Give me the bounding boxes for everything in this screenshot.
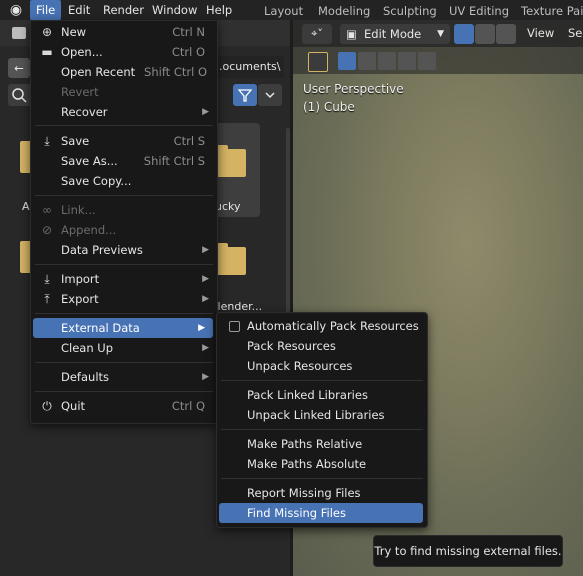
workspace-tab-layout[interactable]: Layout: [264, 0, 303, 20]
menu-render[interactable]: Render: [97, 0, 150, 20]
menu-item-paths-absolute[interactable]: Make Paths Absolute: [217, 454, 427, 474]
folder-icon: ▬: [41, 45, 53, 59]
menu-item-save-copy[interactable]: Save Copy...: [31, 171, 217, 191]
menu-item-defaults[interactable]: Defaults ▶: [31, 367, 217, 387]
new-file-icon: ⊕: [41, 25, 53, 39]
submenu-arrow-icon: ▶: [202, 343, 209, 353]
menu-item-pack-resources[interactable]: Pack Resources: [217, 336, 427, 356]
edge-select-icon[interactable]: [475, 24, 495, 44]
menu-item-revert: Revert: [61, 85, 99, 99]
menu-item-recover[interactable]: Recover ▶: [31, 102, 217, 122]
menu-edit[interactable]: Edit: [62, 0, 96, 20]
menu-divider: [35, 264, 213, 265]
menu-item-pack-linked[interactable]: Pack Linked Libraries: [217, 385, 427, 405]
select-intersect-icon[interactable]: [418, 52, 436, 70]
submenu-arrow-icon: ▶: [202, 245, 209, 255]
menu-divider: [35, 125, 213, 126]
submenu-arrow-icon: ▶: [202, 372, 209, 382]
menu-help[interactable]: Help: [200, 0, 238, 20]
menu-divider: [221, 429, 423, 430]
file-tile-label: ucky: [215, 200, 241, 213]
viewport-perspective-label: User Perspective: [303, 82, 404, 96]
save-icon: ⤓: [44, 134, 50, 148]
workspace-tab-texture-paint[interactable]: Texture Pain: [521, 0, 583, 20]
select-subtract-icon[interactable]: [378, 52, 396, 70]
tooltip: Try to find missing external files.: [373, 535, 563, 567]
menu-item-append: ⊘ Append...: [31, 220, 217, 240]
menu-item-quit[interactable]: ⏻ Quit Ctrl Q: [31, 396, 217, 416]
submenu-arrow-icon: ▶: [202, 274, 209, 284]
viewport-toolbar: [293, 47, 583, 74]
workspace-tab-modeling[interactable]: Modeling: [318, 0, 370, 20]
select-menu[interactable]: Sel: [568, 26, 583, 40]
chevron-down-icon[interactable]: [258, 84, 282, 106]
menu-divider: [35, 195, 213, 196]
export-icon: ⤒: [44, 292, 50, 306]
filter-icon[interactable]: [233, 84, 257, 106]
file-menu: ⊕ New Ctrl N ▬ Open... Ctrl O Open Recen…: [30, 20, 218, 424]
append-icon: ⊘: [41, 223, 53, 237]
chevron-down-icon: ▼: [437, 29, 444, 39]
submenu-arrow-icon: ▶: [198, 323, 205, 333]
menu-item-new[interactable]: ⊕ New Ctrl N: [31, 22, 217, 42]
mode-selector[interactable]: ▣ Edit Mode ▼: [340, 24, 450, 44]
menu-item-unpack-linked[interactable]: Unpack Linked Libraries: [217, 405, 427, 425]
menu-item-export[interactable]: ⤒ Export ▶: [31, 289, 217, 309]
file-tile-label: A: [22, 200, 30, 213]
mode-label: Edit Mode: [364, 27, 422, 41]
folder-icon[interactable]: [214, 243, 246, 275]
submenu-arrow-icon: ▶: [202, 107, 209, 117]
link-icon: ∞: [42, 203, 52, 217]
external-data-submenu: Automatically Pack Resources Pack Resour…: [216, 312, 428, 528]
menu-item-find-missing[interactable]: Find Missing Files: [219, 503, 423, 523]
select-invert-icon[interactable]: [398, 52, 416, 70]
menu-item-open[interactable]: ▬ Open... Ctrl O: [31, 42, 217, 62]
menu-item-paths-relative[interactable]: Make Paths Relative: [217, 434, 427, 454]
menu-item-auto-pack[interactable]: Automatically Pack Resources: [217, 316, 427, 336]
view-menu[interactable]: View: [527, 26, 554, 40]
import-icon: ⤓: [44, 272, 50, 286]
object-type-icon[interactable]: ⌖˅: [302, 24, 332, 44]
select-extend-icon[interactable]: [358, 52, 376, 70]
menu-divider: [221, 380, 423, 381]
search-icon[interactable]: [8, 84, 32, 106]
viewport-object-label: (1) Cube: [303, 100, 355, 114]
menu-item-unpack-resources[interactable]: Unpack Resources: [217, 356, 427, 376]
menu-divider: [221, 478, 423, 479]
path-field[interactable]: ...ocuments\: [212, 56, 284, 78]
menu-divider: [35, 362, 213, 363]
back-arrow-icon[interactable]: ←: [8, 58, 30, 78]
blender-logo-icon[interactable]: ◉: [6, 1, 26, 19]
checkbox-icon[interactable]: [229, 321, 240, 332]
menu-item-open-recent[interactable]: Open Recent Shift Ctrl O: [31, 62, 217, 82]
vertex-select-icon[interactable]: [454, 24, 474, 44]
menu-file[interactable]: File: [30, 0, 62, 20]
cursor-tool-icon[interactable]: [308, 52, 328, 72]
power-icon: ⏻: [42, 399, 52, 413]
workspace-tab-sculpting[interactable]: Sculpting: [383, 0, 437, 20]
folder-icon[interactable]: [214, 145, 246, 177]
editor-type-icon[interactable]: [12, 27, 26, 39]
menu-item-save-as[interactable]: Save As... Shift Ctrl S: [31, 151, 217, 171]
menu-item-data-previews[interactable]: Data Previews ▶: [31, 240, 217, 260]
menu-item-link: ∞ Link...: [31, 200, 217, 220]
menu-item-external-data[interactable]: External Data ▶: [33, 318, 213, 338]
menu-item-clean-up[interactable]: Clean Up ▶: [31, 338, 217, 358]
menu-item-import[interactable]: ⤓ Import ▶: [31, 269, 217, 289]
menu-divider: [35, 391, 213, 392]
menu-window[interactable]: Window: [146, 0, 203, 20]
submenu-arrow-icon: ▶: [202, 294, 209, 304]
menu-item-save[interactable]: ⤓ Save Ctrl S: [31, 131, 217, 151]
menu-item-report-missing[interactable]: Report Missing Files: [217, 483, 427, 503]
mode-icon: ▣: [346, 27, 357, 41]
face-select-icon[interactable]: [496, 24, 516, 44]
select-new-icon[interactable]: [338, 52, 356, 70]
menu-divider: [35, 313, 213, 314]
workspace-tab-uv-editing[interactable]: UV Editing: [449, 0, 509, 20]
